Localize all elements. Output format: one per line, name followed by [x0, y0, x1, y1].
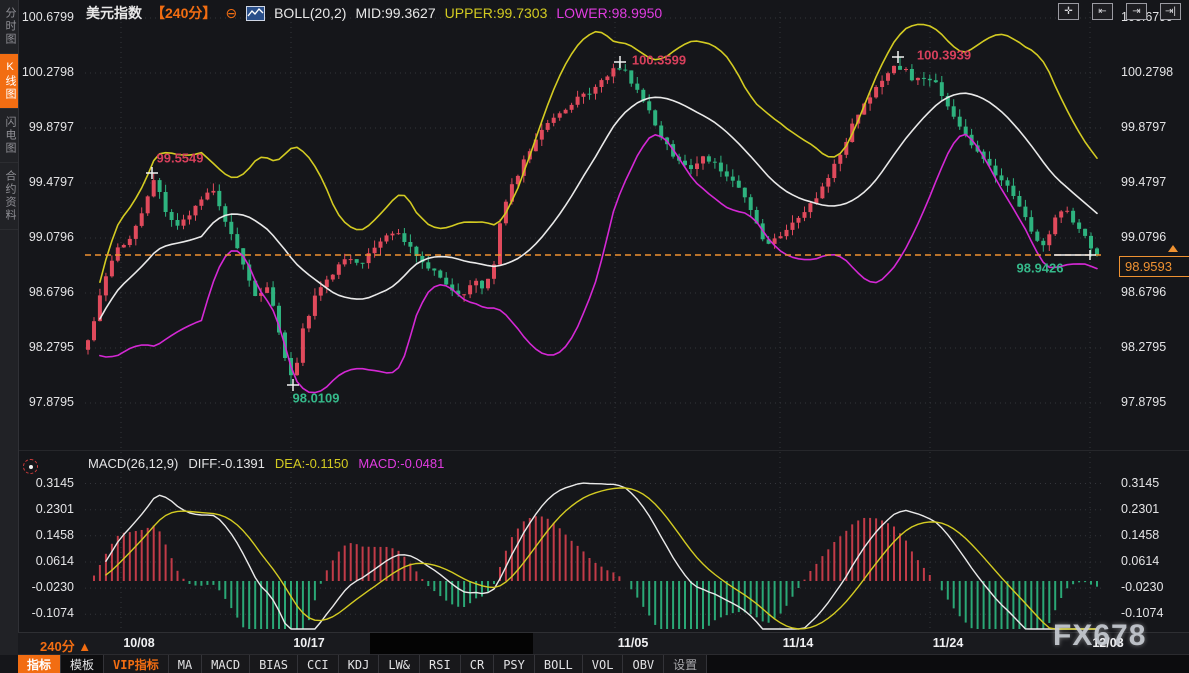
macd-axis-label-left: 0.3145 [12, 476, 74, 490]
sidebar-item-flash-chart[interactable]: 闪电图 [0, 109, 18, 163]
macd-axis-label-left: 0.2301 [12, 502, 74, 516]
candlestick-chart-canvas[interactable] [0, 0, 1189, 673]
toolbar-tab-指标[interactable]: 指标 [18, 655, 61, 673]
price-axis-label-left: 99.8797 [12, 120, 74, 134]
price-axis-label-right: 100.2798 [1121, 65, 1183, 79]
toolbar-tab-VIP指标[interactable]: VIP指标 [104, 655, 169, 673]
price-annotation-low: 98.0109 [293, 391, 340, 406]
price-axis-label-right: 98.6796 [1121, 285, 1183, 299]
macd-settings-icon[interactable] [23, 459, 38, 474]
date-label: 11/05 [618, 636, 649, 650]
indicator-button-PSY[interactable]: PSY [494, 655, 535, 673]
price-axis-label-right: 98.2795 [1121, 340, 1183, 354]
indicator-button-RSI[interactable]: RSI [420, 655, 461, 673]
watermark: FX678 [1053, 619, 1146, 653]
price-axis-label-right: 99.0796 [1121, 230, 1183, 244]
date-label: 10/08 [123, 636, 154, 650]
trading-terminal: 美元指数 【240分】 ⊖ BOLL(20,2) MID:99.3627 UPP… [0, 0, 1189, 673]
macd-axis-label-right: 0.2301 [1121, 502, 1183, 516]
macd-axis-label-left: -0.0230 [12, 580, 74, 594]
indicator-button-MA[interactable]: MA [169, 655, 202, 673]
macd-axis-label-right: 0.1458 [1121, 528, 1183, 542]
macd-diff-value: DIFF:-0.1391 [188, 456, 265, 471]
indicator-button-KDJ[interactable]: KDJ [339, 655, 380, 673]
indicator-toolbar: 指标模板VIP指标MAMACDBIASCCIKDJLW&RSICRPSYBOLL… [18, 654, 1189, 673]
date-label: 11/14 [783, 636, 814, 650]
date-label: 10/17 [293, 636, 324, 650]
boll-upper-value: UPPER:99.7303 [445, 5, 548, 21]
macd-macd-value: MACD:-0.0481 [358, 456, 444, 471]
indicator-button-BIAS[interactable]: BIAS [250, 655, 298, 673]
last-price-arrow [1168, 245, 1178, 252]
price-annotation-high: 100.3939 [917, 48, 971, 63]
expand-axis-icon[interactable]: ⇥ [1126, 3, 1147, 20]
crosshair-icon[interactable]: ✛ [1058, 3, 1079, 20]
macd-title: MACD(26,12,9) [88, 456, 178, 471]
price-axis-label-right: 97.8795 [1121, 395, 1183, 409]
macd-axis-label-right: 0.0614 [1121, 554, 1183, 568]
price-axis-label-left: 100.2798 [12, 65, 74, 79]
last-price-badge: 98.9593 [1119, 256, 1189, 277]
price-annotation-low: 98.9426 [1017, 261, 1064, 276]
price-annotation-high: 99.5549 [157, 151, 204, 166]
price-axis-label-left: 98.6796 [12, 285, 74, 299]
price-axis-label-left: 99.4797 [12, 175, 74, 189]
scrollbar-thumb[interactable] [370, 633, 533, 655]
sidebar-item-kline-chart[interactable]: K线图 [0, 54, 18, 109]
price-axis-label-left: 98.2795 [12, 340, 74, 354]
indicator-button-CR[interactable]: CR [461, 655, 494, 673]
indicator-button-MACD[interactable]: MACD [202, 655, 250, 673]
kline-chart-icon [246, 6, 265, 21]
date-label: 11/24 [933, 636, 964, 650]
compress-axis-icon[interactable]: ⇤ [1092, 3, 1113, 20]
shift-right-icon[interactable]: ⇥| [1160, 3, 1181, 20]
boll-lower-value: LOWER:98.9950 [556, 5, 662, 21]
macd-header: MACD(26,12,9) DIFF:-0.1391 DEA:-0.1150 M… [88, 456, 444, 471]
chart-header: 美元指数 【240分】 ⊖ BOLL(20,2) MID:99.3627 UPP… [86, 3, 662, 23]
price-axis-label-right: 99.8797 [1121, 120, 1183, 134]
price-annotation-high: 100.3599 [632, 53, 686, 68]
sidebar-item-contract-info[interactable]: 合约资料 [0, 163, 18, 230]
price-axis-label-left: 99.0796 [12, 230, 74, 244]
price-axis-label-right: 99.4797 [1121, 175, 1183, 189]
macd-axis-label-left: 0.1458 [12, 528, 74, 542]
macd-axis-label-right: -0.0230 [1121, 580, 1183, 594]
indicator-name: BOLL(20,2) [274, 5, 346, 21]
indicator-button-LW&[interactable]: LW& [379, 655, 420, 673]
macd-axis-label-right: 0.3145 [1121, 476, 1183, 490]
price-axis-label-left: 97.8795 [12, 395, 74, 409]
boll-mid-value: MID:99.3627 [355, 5, 435, 21]
indicator-button-BOLL[interactable]: BOLL [535, 655, 583, 673]
macd-dea-value: DEA:-0.1150 [275, 456, 348, 471]
symbol-name: 美元指数 [86, 3, 142, 23]
macd-axis-label-left: 0.0614 [12, 554, 74, 568]
sidebar-item-timeline-chart[interactable]: 分时图 [0, 0, 18, 54]
sidebar: 分时图 K线图 闪电图 合约资料 [0, 0, 19, 655]
toolbar-tab-模板[interactable]: 模板 [61, 655, 104, 673]
indicator-button-VOL[interactable]: VOL [583, 655, 624, 673]
indicator-button-OBV[interactable]: OBV [623, 655, 664, 673]
timeframe-label: 【240分】 [151, 3, 216, 23]
indicator-button-设置[interactable]: 设置 [664, 655, 707, 673]
collapse-icon[interactable]: ⊖ [225, 5, 237, 22]
timeframe-selector[interactable]: 240分 ▲ [40, 636, 91, 655]
indicator-button-CCI[interactable]: CCI [298, 655, 339, 673]
macd-axis-label-left: -0.1074 [12, 606, 74, 620]
window-controls: ✛ ⇤ ⇥ ⇥| [1058, 3, 1181, 20]
price-axis-label-left: 100.6799 [12, 10, 74, 24]
timeline-row: 240分 ▲ 10/0810/1711/0511/1411/2412/03 [18, 632, 1189, 655]
